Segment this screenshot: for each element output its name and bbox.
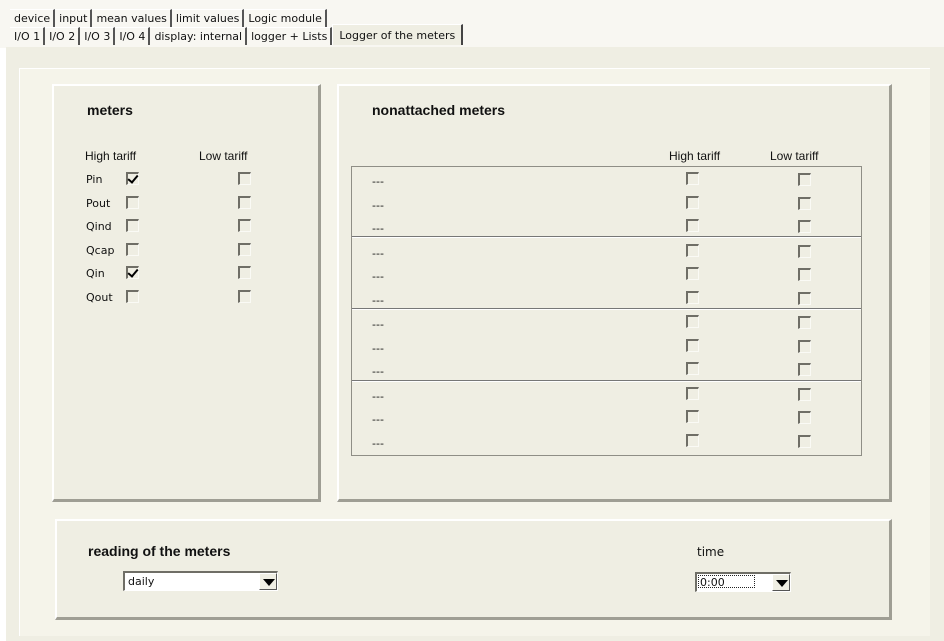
- meters-title: meters: [87, 102, 133, 118]
- meter-row-label: Qind: [86, 220, 112, 233]
- tab-row-2: I/O 1 I/O 2 I/O 3 I/O 4 display: interna…: [10, 24, 464, 45]
- nonattached-high-tariff-checkbox[interactable]: [686, 339, 699, 352]
- nonattached-row-label: ---: [372, 270, 384, 283]
- nonattached-row-label: ---: [372, 175, 384, 188]
- meter-row-label: Qout: [86, 291, 113, 304]
- tab-io-4[interactable]: I/O 4: [115, 27, 151, 45]
- nonattached-low-tariff-checkbox[interactable]: [798, 268, 811, 281]
- tab-io-3[interactable]: I/O 3: [80, 27, 116, 45]
- tab-logger-of-the-meters[interactable]: Logger of the meters: [332, 24, 464, 45]
- nonattached-low-tariff-checkbox[interactable]: [798, 316, 811, 329]
- low-tariff-checkbox[interactable]: [238, 266, 251, 279]
- nonattached-high-tariff-checkbox[interactable]: [686, 196, 699, 209]
- meter-row-label: Pin: [86, 173, 103, 186]
- nonattached-row-label: ---: [372, 413, 384, 426]
- high-tariff-checkbox[interactable]: [126, 219, 139, 232]
- nonattached-row-label: ---: [372, 365, 384, 378]
- nonattached-low-tariff-checkbox[interactable]: [798, 173, 811, 186]
- nonattached-high-tariff-checkbox[interactable]: [686, 219, 699, 232]
- list-divider: [352, 308, 861, 310]
- tab-io-1[interactable]: I/O 1: [10, 27, 46, 45]
- meters-low-tariff-header: Low tariff: [199, 149, 248, 163]
- meter-row-label: Pout: [86, 197, 111, 210]
- nonattached-high-tariff-checkbox[interactable]: [686, 387, 699, 400]
- low-tariff-checkbox[interactable]: [238, 196, 251, 209]
- nonattached-low-tariff-checkbox[interactable]: [798, 411, 811, 424]
- low-tariff-checkbox[interactable]: [238, 219, 251, 232]
- nonattached-high-tariff-checkbox[interactable]: [686, 434, 699, 447]
- chevron-down-icon[interactable]: [259, 573, 277, 590]
- nonattached-high-tariff-checkbox[interactable]: [686, 291, 699, 304]
- nonattached-row-label: ---: [372, 294, 384, 307]
- list-divider: [352, 380, 861, 382]
- high-tariff-checkbox[interactable]: [126, 172, 139, 185]
- nonattached-row-label: ---: [372, 247, 384, 260]
- nonattached-meters-title: nonattached meters: [372, 102, 506, 118]
- meters-high-tariff-header: High tariff: [85, 149, 137, 163]
- nonattached-row-label: ---: [372, 318, 384, 331]
- tab-device[interactable]: device: [10, 9, 56, 27]
- nonattached-low-tariff-header: Low tariff: [770, 149, 819, 163]
- meter-row-label: Qin: [86, 267, 105, 280]
- high-tariff-checkbox[interactable]: [126, 266, 139, 279]
- nonattached-row-label: ---: [372, 342, 384, 355]
- reading-group: [55, 519, 892, 620]
- tab-row-1: device input mean values limit values Lo…: [10, 9, 327, 27]
- nonattached-low-tariff-checkbox[interactable]: [798, 292, 811, 305]
- nonattached-low-tariff-checkbox[interactable]: [798, 363, 811, 376]
- nonattached-row-label: ---: [372, 390, 384, 403]
- meter-row-label: Qcap: [86, 244, 115, 257]
- time-label: time: [697, 545, 725, 559]
- nonattached-low-tariff-checkbox[interactable]: [798, 220, 811, 233]
- nonattached-meters-list: [351, 166, 862, 456]
- high-tariff-checkbox[interactable]: [126, 243, 139, 256]
- nonattached-high-tariff-checkbox[interactable]: [686, 244, 699, 257]
- time-select[interactable]: 0:00: [695, 572, 791, 592]
- nonattached-low-tariff-checkbox[interactable]: [798, 340, 811, 353]
- list-divider: [352, 236, 861, 238]
- nonattached-high-tariff-header: High tariff: [669, 149, 721, 163]
- nonattached-high-tariff-checkbox[interactable]: [686, 315, 699, 328]
- nonattached-low-tariff-checkbox[interactable]: [798, 388, 811, 401]
- nonattached-row-label: ---: [372, 222, 384, 235]
- tab-logic-module[interactable]: Logic module: [244, 9, 327, 27]
- tab-limit-values[interactable]: limit values: [171, 9, 245, 27]
- nonattached-row-label: ---: [372, 437, 384, 450]
- tab-io-2[interactable]: I/O 2: [45, 27, 81, 45]
- tab-input[interactable]: input: [55, 9, 93, 27]
- low-tariff-checkbox[interactable]: [238, 243, 251, 256]
- tab-bar: device input mean values limit values Lo…: [0, 0, 944, 48]
- reading-interval-value: daily: [128, 575, 155, 588]
- high-tariff-checkbox[interactable]: [126, 290, 139, 303]
- tab-logger-lists[interactable]: logger + Lists: [247, 27, 333, 45]
- tab-mean-values[interactable]: mean values: [92, 9, 172, 27]
- nonattached-high-tariff-checkbox[interactable]: [686, 267, 699, 280]
- reading-interval-select[interactable]: daily: [123, 571, 278, 591]
- nonattached-low-tariff-checkbox[interactable]: [798, 245, 811, 258]
- nonattached-high-tariff-checkbox[interactable]: [686, 362, 699, 375]
- nonattached-low-tariff-checkbox[interactable]: [798, 197, 811, 210]
- nonattached-low-tariff-checkbox[interactable]: [798, 435, 811, 448]
- low-tariff-checkbox[interactable]: [238, 172, 251, 185]
- time-value: 0:00: [700, 576, 725, 589]
- nonattached-row-label: ---: [372, 199, 384, 212]
- low-tariff-checkbox[interactable]: [238, 290, 251, 303]
- tab-display-internal[interactable]: display: internal: [150, 27, 248, 45]
- reading-title: reading of the meters: [88, 543, 231, 559]
- high-tariff-checkbox[interactable]: [126, 196, 139, 209]
- nonattached-high-tariff-checkbox[interactable]: [686, 172, 699, 185]
- nonattached-high-tariff-checkbox[interactable]: [686, 410, 699, 423]
- chevron-down-icon[interactable]: [772, 574, 790, 591]
